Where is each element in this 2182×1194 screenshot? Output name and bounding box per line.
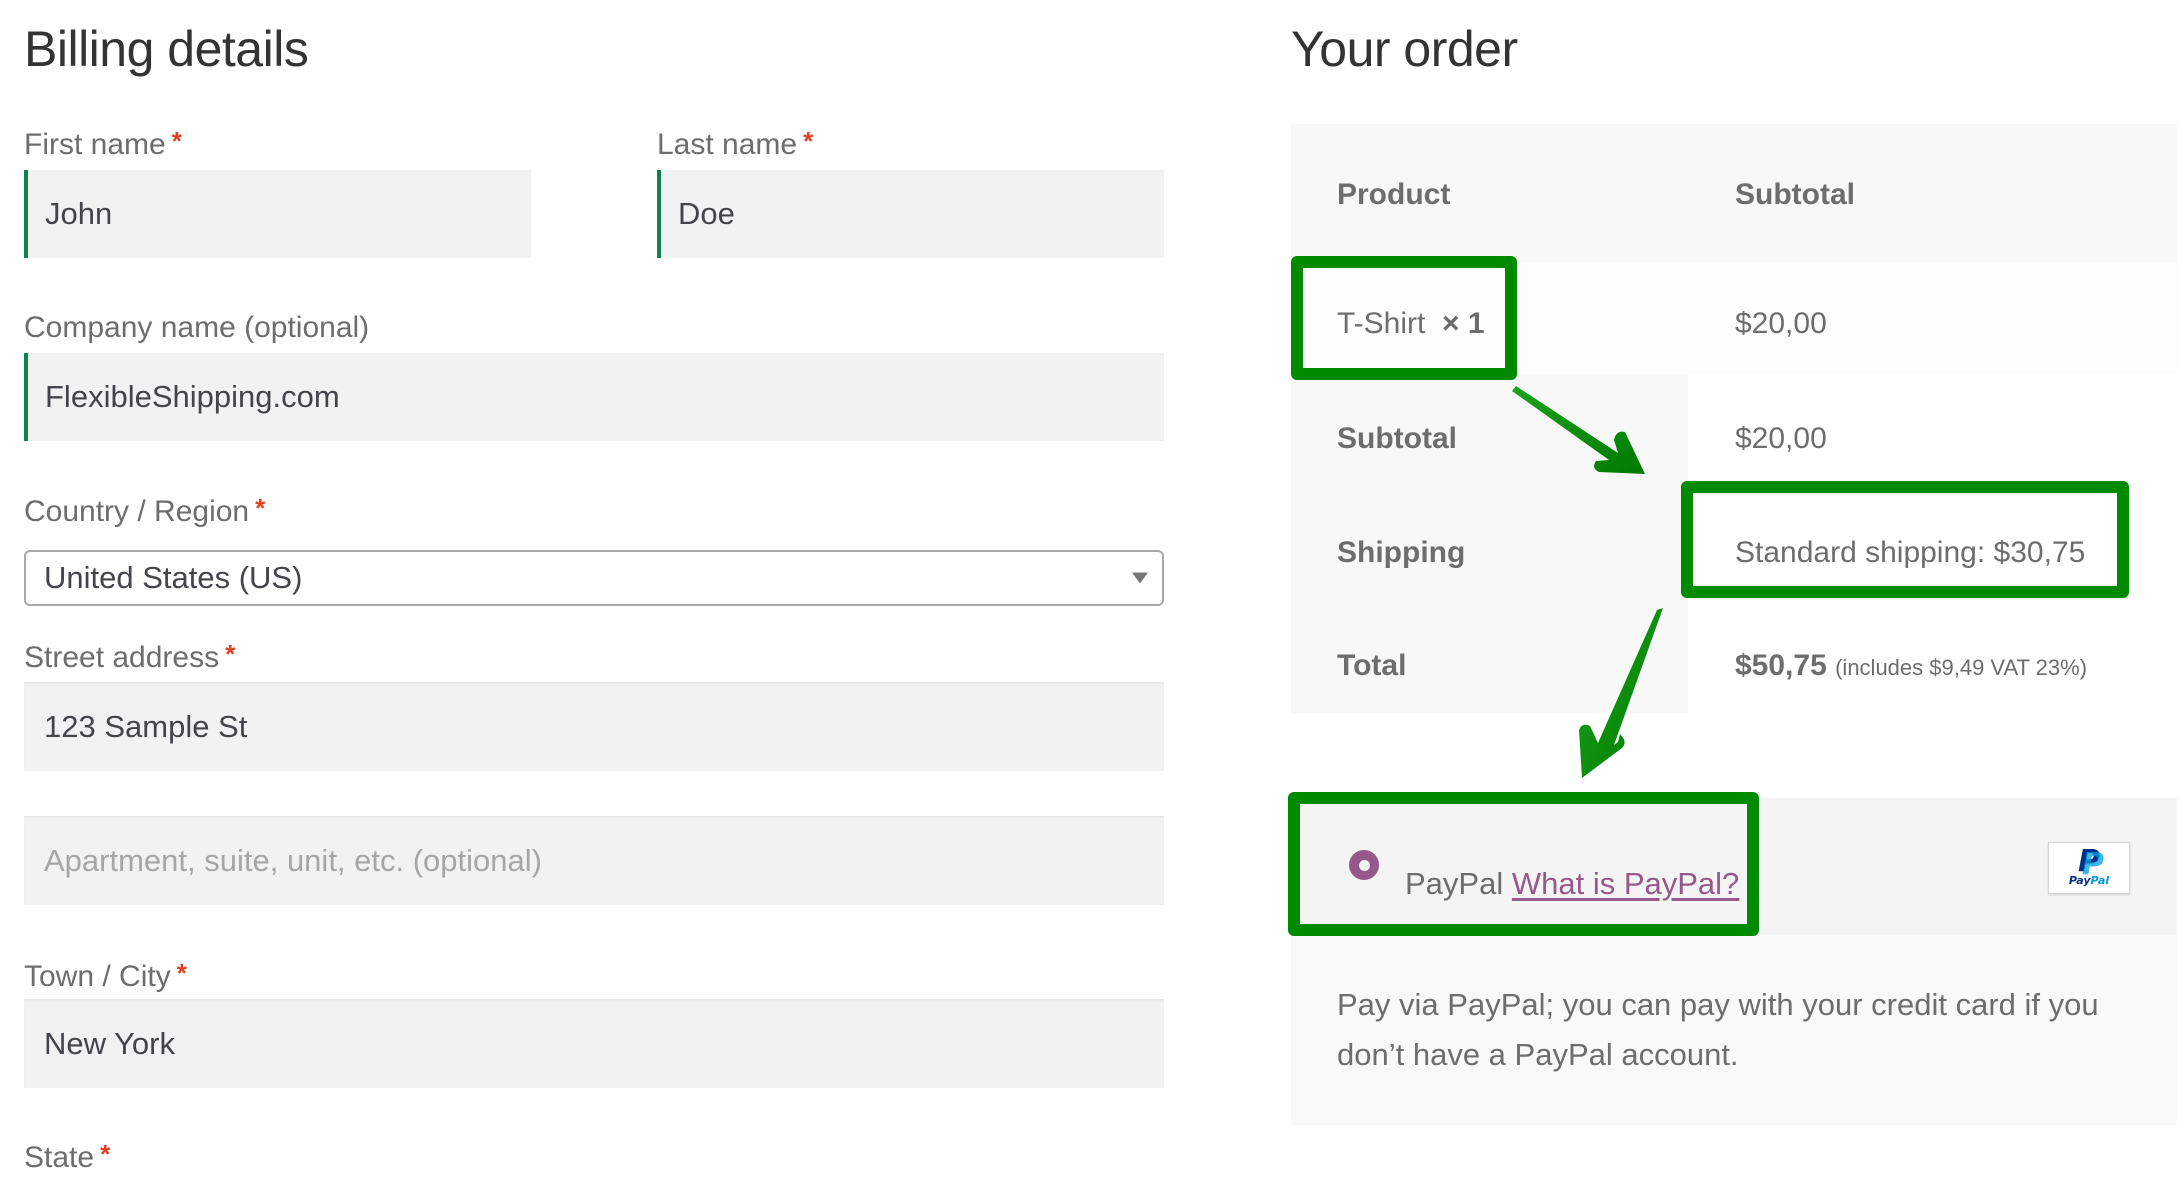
paypal-p-glyph: PP	[2078, 847, 2104, 880]
apartment-placeholder: Apartment, suite, unit, etc. (optional)	[44, 842, 542, 878]
order-item-subtotal: $20,00	[1735, 307, 1827, 340]
company-input[interactable]: FlexibleShipping.com	[24, 353, 1164, 441]
city-input[interactable]: New York	[24, 999, 1164, 1088]
required-mark: *	[225, 639, 236, 669]
city-value: New York	[44, 1025, 175, 1061]
required-mark: *	[100, 1139, 111, 1169]
state-label-text: State	[24, 1141, 95, 1174]
order-title: Your order	[1291, 21, 1518, 77]
paypal-logo-icon: PP PayPal	[2048, 842, 2130, 894]
subtotal-label: Subtotal	[1337, 422, 1457, 455]
payment-description: Pay via PayPal; you can pay with your cr…	[1337, 987, 2099, 1072]
total-label: Total	[1337, 649, 1407, 682]
street-label-text: Street address	[24, 641, 220, 674]
country-label-text: Country / Region	[24, 495, 250, 528]
first-name-value: John	[45, 196, 113, 231]
required-mark: *	[176, 958, 187, 988]
city-label: Town / City *	[24, 960, 187, 993]
payment-method-name: PayPal	[1405, 866, 1504, 901]
payment-method-label: PayPal What is PayPal?	[1405, 868, 1739, 899]
chevron-down-icon	[1132, 572, 1148, 584]
company-label: Company name (optional)	[24, 311, 370, 344]
first-name-label: First name *	[24, 128, 182, 161]
required-mark: *	[171, 126, 182, 156]
item-qty: × 1	[1442, 307, 1485, 340]
tax-note: (includes $9,49 VAT 23%)	[1835, 655, 2088, 680]
order-item-name: T-Shirt × 1	[1337, 309, 1485, 339]
total-amount: $50,75	[1735, 649, 1827, 682]
state-label: State *	[24, 1141, 110, 1174]
country-label: Country / Region *	[24, 495, 265, 528]
shipping-value: Standard shipping: $30,75	[1735, 536, 2086, 569]
item-name: T-Shirt	[1337, 307, 1426, 340]
column-header-subtotal: Subtotal	[1735, 178, 1855, 211]
first-name-input[interactable]: John	[24, 170, 531, 258]
last-name-label: Last name *	[657, 128, 813, 161]
what-is-paypal-link[interactable]: What is PayPal?	[1512, 866, 1739, 901]
subtotal-value: $20,00	[1735, 422, 1827, 455]
last-name-value: Doe	[678, 196, 735, 231]
shipping-label: Shipping	[1337, 536, 1466, 569]
country-select[interactable]: United States (US)	[24, 550, 1164, 606]
company-value: FlexibleShipping.com	[45, 379, 340, 414]
apartment-input[interactable]: Apartment, suite, unit, etc. (optional)	[24, 816, 1164, 905]
payment-radio[interactable]	[1349, 850, 1379, 880]
last-name-label-text: Last name	[657, 128, 798, 161]
total-value: $50,75 (includes $9,49 VAT 23%)	[1735, 651, 2087, 681]
street-input[interactable]: 123 Sample St	[24, 682, 1164, 771]
column-header-product: Product	[1337, 178, 1451, 211]
street-label: Street address *	[24, 641, 235, 674]
required-mark: *	[255, 493, 266, 523]
last-name-input[interactable]: Doe	[657, 170, 1164, 258]
street-value: 123 Sample St	[44, 708, 248, 744]
paypal-p-shadow: P	[2082, 847, 2104, 882]
first-name-label-text: First name	[24, 128, 166, 161]
billing-title: Billing details	[24, 21, 309, 77]
city-label-text: Town / City	[24, 960, 171, 993]
country-value: United States (US)	[44, 560, 303, 595]
required-mark: *	[803, 126, 814, 156]
